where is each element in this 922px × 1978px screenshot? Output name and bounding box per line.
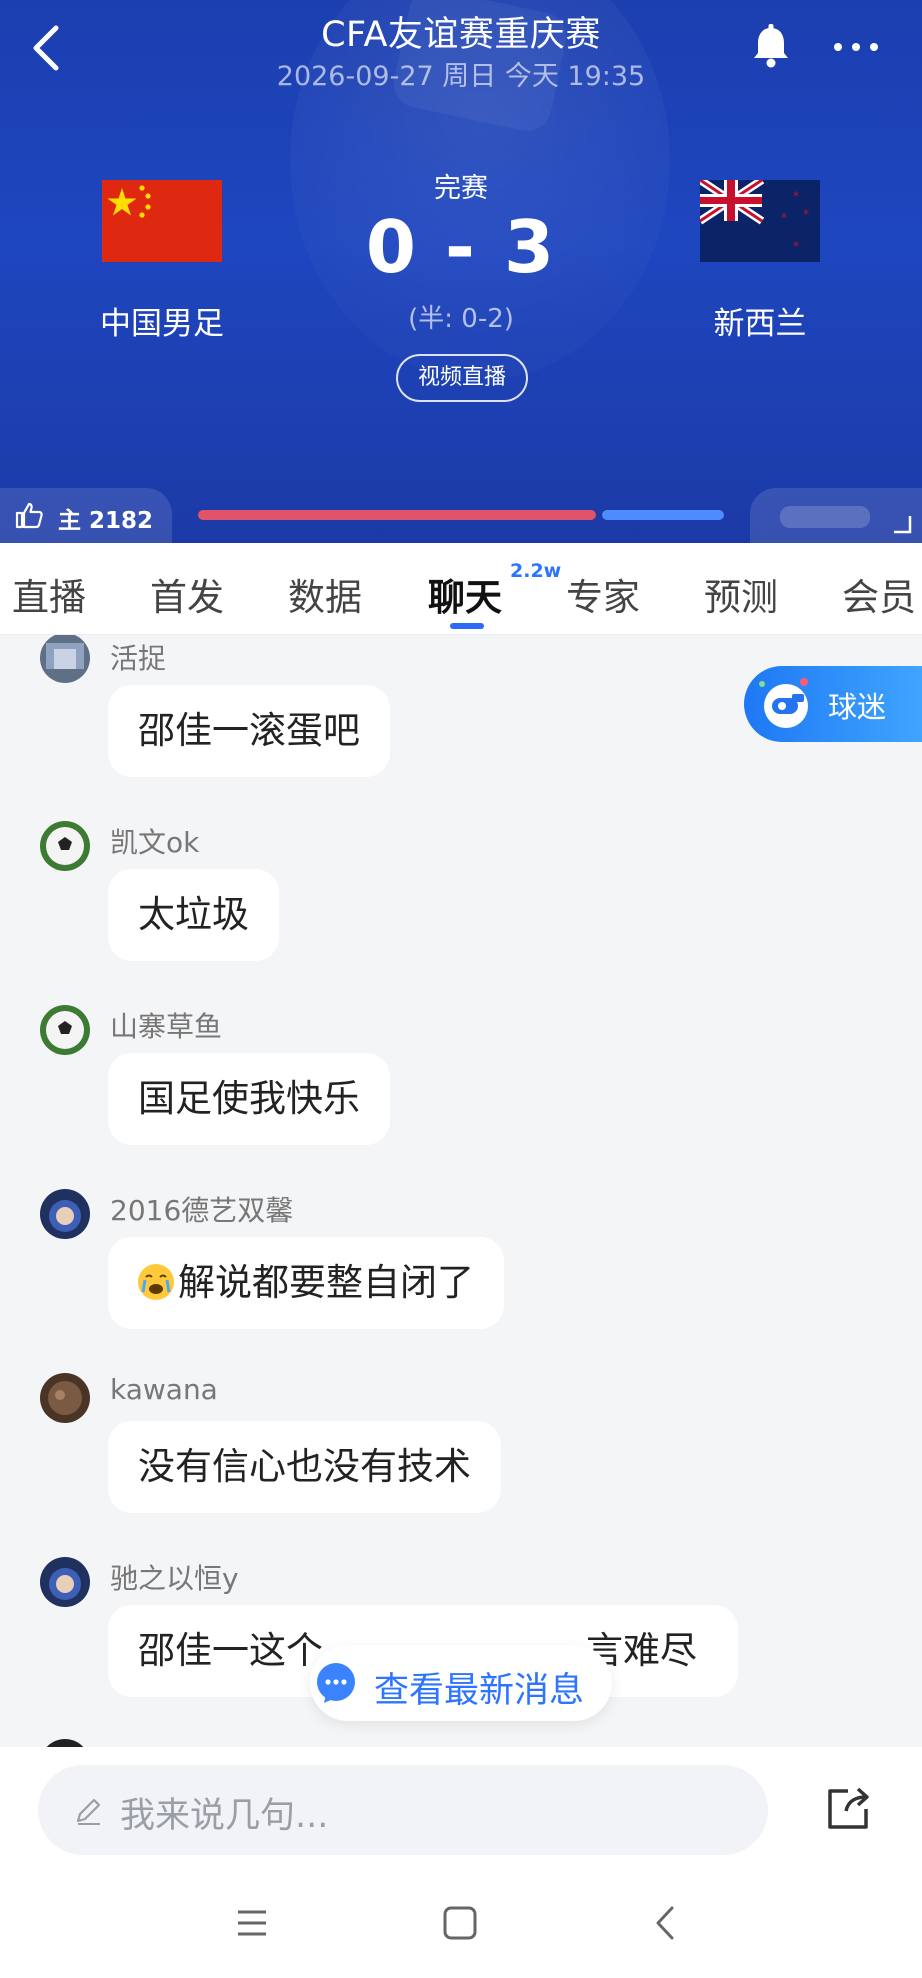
tab-bar: 直播 首发 数据 聊天 专家 预测 会员: [0, 543, 922, 635]
home-like-count: 主 2182: [58, 508, 154, 534]
match-header: CFA友谊赛重庆赛 2026-09-27 周日 今天 19:35 中国男足 完赛…: [0, 0, 922, 543]
home-square-icon[interactable]: [440, 1903, 480, 1943]
corner-bracket-icon: [894, 516, 912, 534]
system-navigation-bar: [0, 1865, 922, 1978]
chat-bubble-text: 邵佳一这个: [138, 1629, 323, 1672]
avatar[interactable]: [40, 1189, 90, 1239]
whistle-icon: [759, 678, 808, 728]
chat-bubble: 邵佳一滚蛋吧: [108, 685, 390, 777]
share-icon[interactable]: [822, 1783, 874, 1835]
chat-username: 驰之以恒y: [110, 1562, 239, 1595]
bell-icon[interactable]: [746, 22, 796, 72]
chat-username: kawana: [110, 1373, 218, 1406]
avatar[interactable]: [40, 1739, 90, 1747]
tab-predictions[interactable]: 预测: [704, 567, 778, 621]
avatar[interactable]: [40, 1005, 90, 1055]
fans-label: 球迷: [828, 690, 887, 724]
away-team[interactable]: * * * * 新西兰: [660, 180, 860, 343]
avatar[interactable]: [40, 1373, 90, 1423]
away-like-button[interactable]: [750, 488, 922, 543]
chat-bubble: 太垃圾: [108, 869, 279, 961]
tab-live[interactable]: 直播: [12, 567, 86, 621]
home-like-button[interactable]: 主 2182: [0, 488, 172, 543]
comment-input-area: 我来说几句...: [0, 1747, 922, 1865]
fans-button[interactable]: 球迷: [744, 666, 922, 742]
svg-text:*: *: [793, 189, 799, 203]
away-support-bar: [602, 510, 724, 520]
chat-bubble-text: 解说都要整自闭了: [178, 1261, 474, 1304]
svg-text:*: *: [803, 207, 809, 221]
video-live-button[interactable]: 视频直播: [396, 354, 528, 402]
crying-emoji-icon: [138, 1264, 174, 1300]
chat-username: 活捉: [110, 642, 167, 675]
svg-text:*: *: [793, 239, 799, 253]
comment-placeholder: 我来说几句...: [120, 1796, 329, 1836]
chat-bubble: 国足使我快乐: [108, 1053, 390, 1145]
thumbs-up-icon: [15, 502, 43, 529]
tab-stats[interactable]: 数据: [288, 567, 362, 621]
support-bar: 主 2182: [0, 488, 922, 543]
view-latest-messages-button[interactable]: 查看最新消息: [310, 1645, 612, 1721]
active-tab-indicator: [450, 623, 484, 629]
new-zealand-flag-icon: * * * *: [700, 180, 820, 262]
tab-lineup[interactable]: 首发: [150, 567, 224, 621]
avatar[interactable]: [40, 635, 90, 683]
chat-bubble: 解说都要整自闭了: [108, 1237, 504, 1329]
tab-experts[interactable]: 专家: [566, 567, 640, 621]
tab-members[interactable]: 会员: [842, 567, 916, 621]
chat-username: 凯文ok: [110, 826, 200, 859]
away-team-name: 新西兰: [713, 306, 807, 342]
chat-bubble-icon: [317, 1663, 355, 1703]
chat-username: 山寨草鱼: [110, 1010, 223, 1043]
more-icon[interactable]: [826, 24, 886, 70]
avatar[interactable]: [40, 1557, 90, 1607]
home-support-bar: [198, 510, 596, 520]
menu-icon[interactable]: [232, 1903, 272, 1943]
pencil-icon: [76, 1798, 101, 1825]
chat-list[interactable]: 活捉 邵佳一滚蛋吧 凯文ok 太垃圾 山寨草鱼 国足使我快乐 2016德艺双馨: [0, 635, 922, 1747]
tab-chat[interactable]: 聊天: [428, 567, 502, 621]
chat-username: 2016德艺双馨: [110, 1194, 294, 1227]
chat-count-badge: 2.2w: [510, 560, 562, 582]
avatar[interactable]: [40, 821, 90, 871]
chat-bubble: 没有信心也没有技术: [108, 1421, 501, 1513]
away-like-count-blurred: [780, 506, 870, 528]
comment-input[interactable]: 我来说几句...: [38, 1765, 768, 1855]
nav-back-icon[interactable]: [646, 1903, 686, 1943]
svg-text:*: *: [781, 211, 787, 225]
view-latest-messages-label: 查看最新消息: [374, 1671, 585, 1711]
